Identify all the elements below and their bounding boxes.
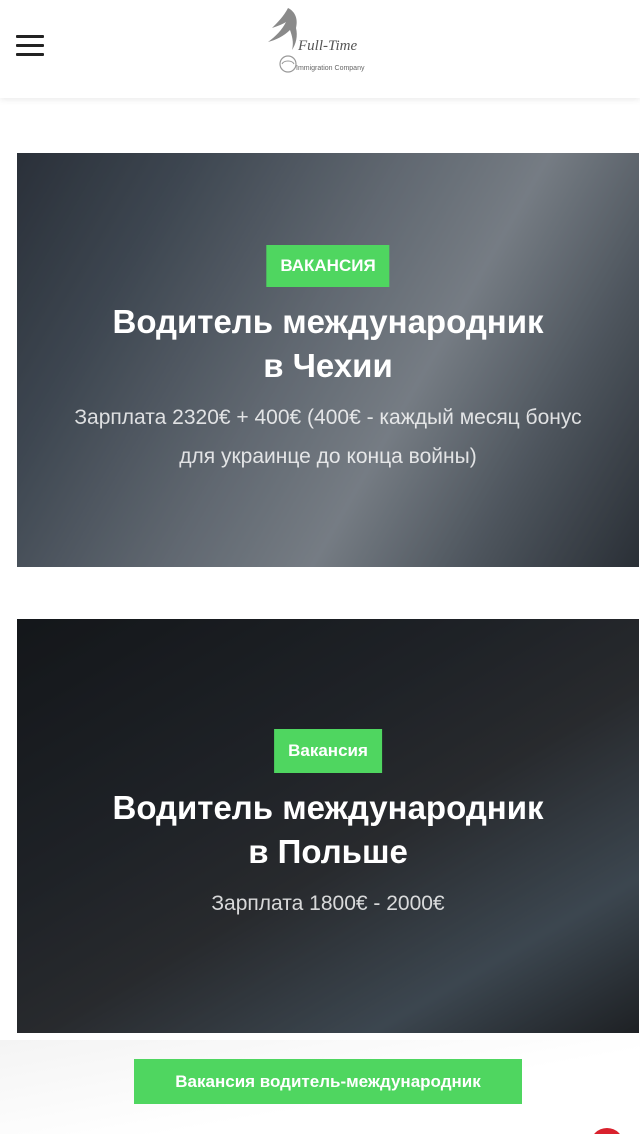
vacancy-salary: Зарплата 2320€ + 400€ (400€ - каждый мес… [74,406,582,468]
logo-name: Full-Time [298,38,358,54]
vacancy-title-line1: Водитель международник [112,303,544,340]
site-header: Full-Time Immigration Company [0,0,640,98]
vacancy-salary: Зарплата 1800€ - 2000€ [211,892,445,915]
company-logo[interactable]: Full-Time Immigration Company [258,2,382,80]
vacancy-title-line2: в Польше [248,833,408,870]
vacancy-title-line2: в Чехии [263,347,393,384]
vacancy-title: Водитель международник в Польше [17,786,639,874]
vacancy-title-line1: Водитель международник [112,789,544,826]
vacancy-title: Водитель международник в Чехии [17,300,639,388]
vacancy-badge: Вакансия [274,729,382,773]
vacancy-badge: ВАКАНСИЯ [266,245,390,287]
vacancy-driver-button[interactable]: Вакансия водитель-международник [134,1059,522,1104]
logo-subtitle: Immigration Company [296,65,365,72]
vacancy-card-czech[interactable]: ВАКАНСИЯ Водитель международник в Чехии … [17,153,639,567]
vacancy-card-poland[interactable]: Вакансия Водитель международник в Польше… [17,619,639,1033]
hamburger-menu-icon[interactable] [14,32,48,60]
